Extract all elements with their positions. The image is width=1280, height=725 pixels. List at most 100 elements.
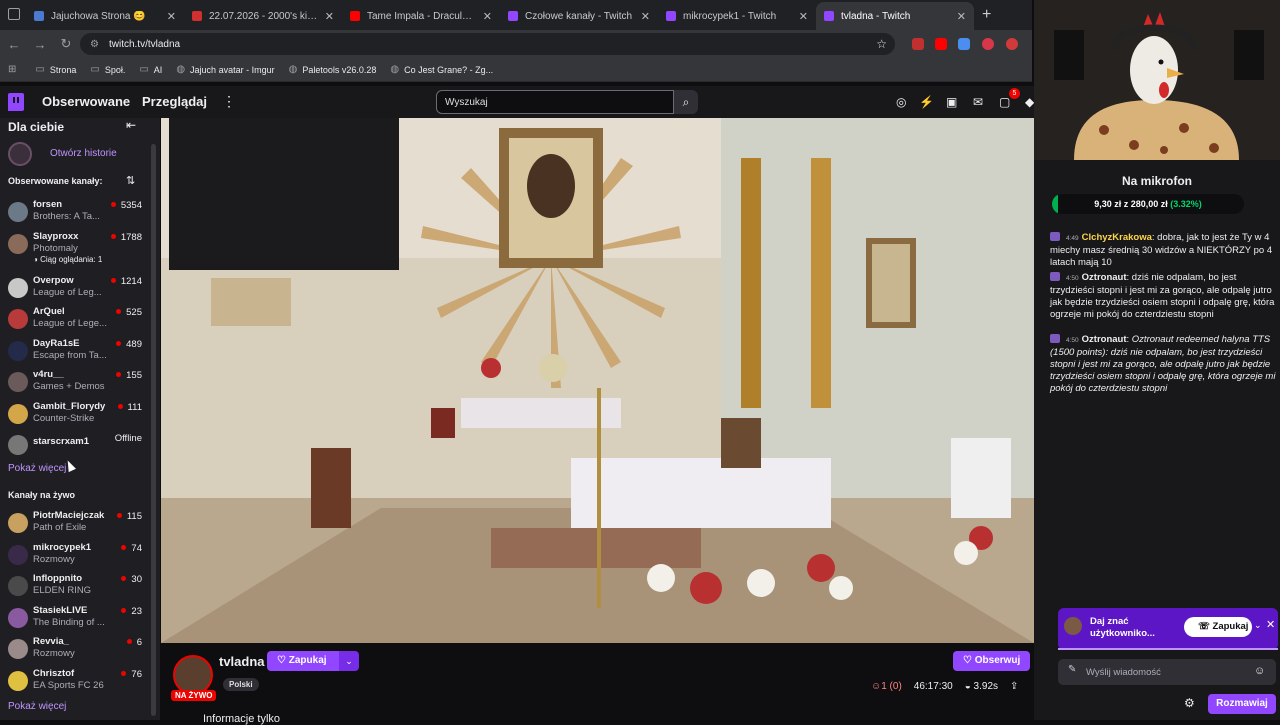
followed-channel-item[interactable]: v4ru__ Games + Demos 155 — [0, 369, 150, 399]
channel-name: Chrisztof — [33, 667, 75, 679]
close-icon[interactable]: ✕ — [167, 10, 176, 23]
chat-username[interactable]: Oztronaut — [1082, 272, 1127, 283]
extension-icon[interactable] — [912, 38, 924, 50]
emote-icon[interactable]: ☺ — [1254, 665, 1265, 677]
followed-channel-item[interactable]: starscrxam1 Offline — [0, 432, 150, 462]
chat-username[interactable]: Oztronaut — [1082, 334, 1127, 345]
bits-icon[interactable]: ◆ — [1025, 95, 1034, 109]
followed-channel-item[interactable]: forsen Brothers: A Ta... 5354 — [0, 199, 150, 229]
viewer-count: 5354 — [111, 200, 142, 211]
history-avatar[interactable] — [8, 142, 32, 166]
twitch-logo-icon[interactable] — [8, 93, 24, 111]
chevron-down-icon[interactable]: ⌄ — [1254, 620, 1262, 631]
tab-search-icon[interactable] — [8, 8, 20, 20]
show-more-live-link[interactable]: Pokaż więcej — [8, 701, 66, 712]
bookmark-item[interactable]: ◍ Paletools v26.0.28 — [289, 64, 377, 75]
send-chat-button[interactable]: Rozmawiaj — [1208, 694, 1276, 714]
browser-tab[interactable]: Jajuchowa Strona 😊 ✕ — [26, 2, 184, 30]
chat-username[interactable]: ClchyzKrakowa — [1082, 232, 1152, 243]
bookmark-item[interactable]: ▭ Strona — [35, 64, 76, 75]
followed-channel-item[interactable]: Overpow League of Leg... 1214 — [0, 275, 150, 305]
bookmark-item[interactable]: ▭ AI — [139, 64, 162, 75]
video-player[interactable] — [161, 118, 1034, 643]
sort-icon[interactable]: ⇅ — [126, 174, 135, 187]
followed-channel-item[interactable]: Gambit_Florydy Counter-Strike 111 — [0, 401, 150, 431]
forward-icon[interactable]: → — [28, 37, 52, 52]
close-icon[interactable]: ✕ — [483, 10, 492, 23]
bookmark-item[interactable]: ▭ Społ. — [90, 64, 125, 75]
channel-game: The Binding of ... — [33, 616, 105, 628]
announce-knock-button[interactable]: ☏ Zapukaj — [1184, 617, 1252, 637]
bookmark-label: Co Jest Grane? - Zg... — [404, 64, 494, 75]
language-tag[interactable]: Polski — [223, 678, 259, 691]
bookmark-item[interactable]: ◍ Co Jest Grane? - Zg... — [390, 64, 493, 75]
show-more-followed-link[interactable]: Pokaż więcej — [8, 463, 66, 474]
new-tab-button[interactable]: + — [982, 6, 991, 24]
gear-icon[interactable]: ⚙ — [1184, 696, 1195, 710]
audio-extension-icon[interactable] — [958, 38, 970, 50]
channel-name: Overpow — [33, 274, 74, 286]
inbox-icon[interactable]: ✉ — [973, 95, 983, 109]
live-channel-item[interactable]: PiotrMaciejczak Path of Exile 115 — [0, 510, 150, 540]
more-menu-icon[interactable]: ⋮ — [222, 93, 236, 110]
chat-input[interactable]: Wyślij wiadomość — [1058, 659, 1276, 685]
open-history-link[interactable]: Otwórz historie — [50, 148, 117, 159]
extensions-icon[interactable]: ⚡ — [919, 95, 934, 109]
browse-link[interactable]: Przeglądaj — [142, 94, 207, 109]
browser-tab[interactable]: Tame Impala - Dracula (Officia ✕ — [342, 2, 500, 30]
share-icon[interactable]: ⇪ — [1010, 681, 1018, 692]
browser-tab[interactable]: Czołowe kanały - Twitch ✕ — [500, 2, 658, 30]
back-icon[interactable]: ← — [2, 37, 26, 52]
activity-icon[interactable]: ◎ — [896, 95, 906, 109]
browser-tab[interactable]: 22.07.2026 - 2000's kids radio ✕ — [184, 2, 342, 30]
channel-game: Games + Demos — [33, 381, 105, 392]
latency: ◒ 3.92s — [964, 681, 999, 692]
search-input[interactable]: Wyszukaj — [436, 90, 674, 114]
live-channel-item[interactable]: Revvia_ Rozmowy 6 — [0, 636, 150, 666]
knock-dropdown-icon[interactable]: ⌄ — [339, 651, 359, 671]
bookmark-item[interactable]: ◍ Jajuch avatar - Imgur — [176, 64, 274, 75]
notifications-icon[interactable]: ▢ — [999, 95, 1010, 109]
viewer-count: 23 — [121, 606, 142, 617]
follow-button[interactable]: ♡ Obserwuj — [953, 651, 1030, 671]
followed-channel-item[interactable]: ArQuel League of Lege... 525 — [0, 306, 150, 336]
live-channel-item[interactable]: mikrocypek1 Rozmowy 74 — [0, 542, 150, 572]
collapse-sidebar-icon[interactable]: ⇤ — [126, 118, 136, 132]
viewer-count: 1214 — [111, 276, 142, 287]
channel-avatar[interactable] — [173, 655, 213, 695]
followed-channel-item[interactable]: Slayproxx Photomaly 1788 ◑ Ciąg oglądania: … — [0, 231, 150, 264]
browser-tab[interactable]: mikrocypek1 - Twitch ✕ — [658, 2, 816, 30]
channel-name[interactable]: tvladna — [219, 654, 265, 669]
profile-extension-icon[interactable] — [1006, 38, 1018, 50]
bookmark-star-icon[interactable]: ☆ — [876, 37, 887, 51]
drops-icon[interactable]: ▣ — [946, 95, 957, 109]
close-icon[interactable]: ✕ — [1266, 618, 1275, 631]
channel-name: StasiekLIVE — [33, 604, 88, 616]
browser-tab[interactable]: tvladna - Twitch ✕ — [816, 2, 974, 30]
apps-icon[interactable]: ⊞ — [8, 64, 21, 75]
live-channel-item[interactable]: Chrisztof EA Sports FC 26 76 — [0, 668, 150, 698]
site-info-icon[interactable]: ⚙ — [90, 39, 99, 50]
sidebar-scrollbar[interactable] — [151, 144, 156, 716]
reload-icon[interactable]: ↻ — [54, 36, 78, 52]
tab-favicon — [350, 11, 360, 21]
close-icon[interactable]: ✕ — [799, 10, 808, 23]
live-channel-item[interactable]: Infloppnito ELDEN RING 30 — [0, 573, 150, 603]
followed-channel-item[interactable]: DayRa1sE Escape from Ta... 489 — [0, 338, 150, 368]
close-icon[interactable]: ✕ — [957, 10, 966, 23]
search-icon[interactable]: ⌕ — [674, 90, 698, 114]
goal-progress-bar: 9,30 zł z 280,00 zł (3.32%) — [1052, 194, 1244, 214]
live-channel-item[interactable]: StasiekLIVE The Binding of ... 23 — [0, 605, 150, 635]
sub-badge-icon — [1050, 272, 1060, 281]
close-icon[interactable]: ✕ — [641, 10, 650, 23]
following-link[interactable]: Obserwowane — [42, 94, 130, 109]
knock-icon: ☏ — [1198, 621, 1210, 632]
goal-title: Na mikrofon — [1121, 174, 1192, 188]
bits-icon[interactable]: ✎ — [1068, 664, 1076, 675]
close-icon[interactable]: ✕ — [325, 10, 334, 23]
channel-game: League of Lege... — [33, 318, 107, 329]
channel-avatar — [8, 544, 28, 565]
address-bar[interactable]: ⚙ twitch.tv/tvladna ☆ — [80, 33, 895, 55]
youtube-extension-icon[interactable] — [935, 38, 947, 50]
block-extension-icon[interactable] — [982, 38, 994, 50]
